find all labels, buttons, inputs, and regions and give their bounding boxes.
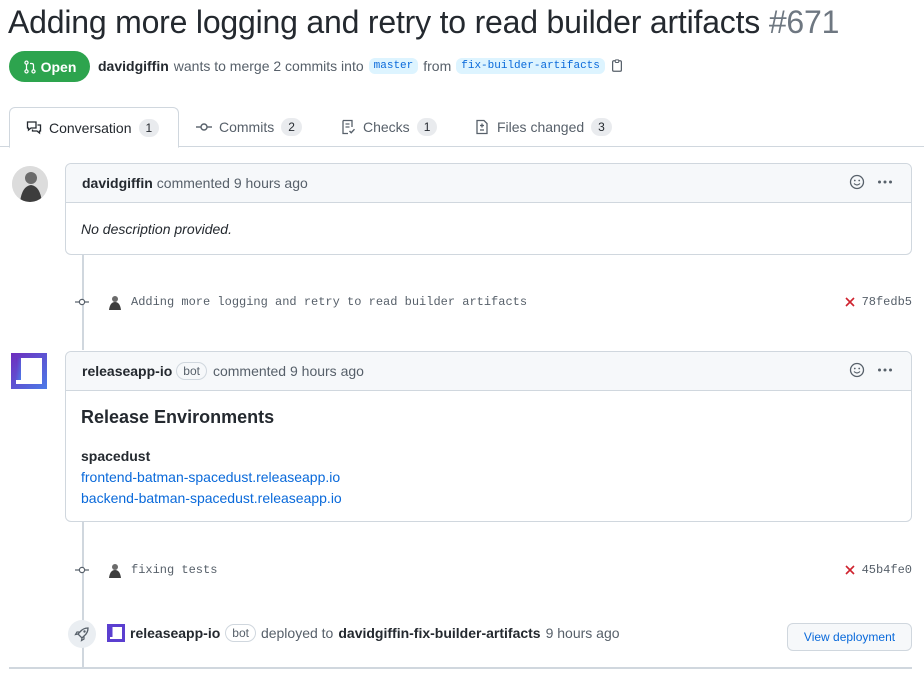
- git-commit-icon: [75, 563, 89, 577]
- commit-sha[interactable]: 78fedb5: [862, 295, 912, 309]
- avatar[interactable]: [12, 166, 48, 202]
- head-branch[interactable]: fix-builder-artifacts: [456, 58, 605, 74]
- comment-header: davidgiffin commented 9 hours ago: [66, 164, 911, 203]
- pr-title-text: Adding more logging and retry to read bu…: [8, 4, 761, 40]
- tab-commits[interactable]: Commits 2: [196, 107, 302, 147]
- git-pull-request-icon: [23, 59, 36, 74]
- comment-actions: [849, 362, 893, 378]
- tab-conversation[interactable]: Conversation 1: [9, 107, 179, 148]
- commit-sha[interactable]: 45b4fe0: [862, 563, 912, 577]
- copy-icon[interactable]: [610, 59, 624, 73]
- pr-state-label: Open: [40, 58, 77, 75]
- tab-counter: 1: [138, 118, 160, 137]
- tab-counter: 2: [281, 118, 302, 136]
- pr-number: #671: [768, 4, 840, 40]
- pr-meta-text: wants to merge 2 commits into: [173, 58, 364, 74]
- tab-files-changed[interactable]: Files changed 3: [474, 107, 612, 147]
- deployment-event: releaseapp-io bot deployed to davidgiffi…: [107, 624, 620, 642]
- deployment-text: deployed to: [260, 625, 334, 641]
- smiley-icon[interactable]: [849, 362, 865, 378]
- view-deployment-button[interactable]: View deployment: [787, 623, 912, 651]
- checklist-icon: [342, 119, 356, 135]
- rocket-icon: [74, 627, 89, 642]
- bot-badge: bot: [225, 624, 256, 642]
- file-diff-icon: [476, 119, 488, 135]
- comment-actions: [849, 174, 893, 190]
- comment-author[interactable]: davidgiffin: [82, 175, 153, 191]
- frontend-link[interactable]: frontend-batman-spacedust.releaseapp.io: [81, 469, 340, 485]
- deployment-environment[interactable]: davidgiffin-fix-builder-artifacts: [338, 625, 540, 641]
- tab-checks[interactable]: Checks 1: [340, 107, 438, 147]
- commit-status: 45b4fe0: [844, 563, 912, 577]
- author-avatar[interactable]: [107, 562, 123, 578]
- commit-row: Adding more logging and retry to read bu…: [75, 292, 915, 312]
- bot-avatar[interactable]: [107, 624, 125, 642]
- comment-body-text: No description provided.: [81, 221, 232, 237]
- pr-author[interactable]: davidgiffin: [98, 58, 169, 74]
- pr-tabs: Conversation 1 Commits 2 Checks 1 Files …: [0, 107, 924, 148]
- tab-label: Commits: [219, 119, 275, 135]
- base-branch[interactable]: master: [368, 58, 419, 74]
- tab-label: Conversation: [49, 119, 132, 136]
- backend-link[interactable]: backend-batman-spacedust.releaseapp.io: [81, 490, 342, 506]
- x-icon[interactable]: [844, 296, 856, 308]
- timeline-divider: [9, 667, 912, 669]
- comment-timestamp: commented 9 hours ago: [212, 363, 364, 379]
- author-avatar[interactable]: [107, 294, 123, 310]
- tab-counter: 1: [416, 118, 438, 136]
- pr-title: Adding more logging and retry to read bu…: [8, 4, 839, 41]
- deployment-actor[interactable]: releaseapp-io: [130, 625, 220, 641]
- comment-card: releaseapp-io bot commented 9 hours ago …: [65, 351, 912, 522]
- commit-status: 78fedb5: [844, 295, 912, 309]
- kebab-horizontal-icon[interactable]: [877, 362, 893, 378]
- comment-discussion-icon: [26, 120, 42, 134]
- tab-label: Checks: [363, 119, 410, 135]
- pr-from-text: from: [423, 58, 452, 74]
- rocket-badge: [68, 620, 96, 648]
- comment-card: davidgiffin commented 9 hours ago No des…: [65, 163, 912, 255]
- comment-timestamp: commented 9 hours ago: [156, 175, 308, 191]
- x-icon[interactable]: [844, 564, 856, 576]
- git-commit-icon: [196, 123, 212, 131]
- kebab-horizontal-icon[interactable]: [877, 174, 893, 190]
- tab-counter: 3: [591, 118, 612, 136]
- pr-meta: davidgiffin wants to merge 2 commits int…: [98, 58, 624, 74]
- smiley-icon[interactable]: [849, 174, 865, 190]
- git-commit-icon: [75, 295, 89, 309]
- pr-state-badge: Open: [9, 51, 90, 82]
- environment-name: spacedust: [81, 448, 151, 464]
- comment-author[interactable]: releaseapp-io: [82, 363, 172, 379]
- bot-avatar[interactable]: [11, 353, 47, 389]
- release-heading: Release Environments: [81, 407, 275, 427]
- commit-row: fixing tests 45b4fe0: [75, 560, 915, 580]
- comment-header: releaseapp-io bot commented 9 hours ago: [66, 352, 911, 391]
- deployment-time: 9 hours ago: [545, 625, 620, 641]
- commit-message[interactable]: fixing tests: [131, 563, 217, 577]
- tab-label: Files changed: [497, 119, 585, 135]
- commit-message[interactable]: Adding more logging and retry to read bu…: [131, 295, 527, 309]
- bot-badge: bot: [176, 362, 207, 380]
